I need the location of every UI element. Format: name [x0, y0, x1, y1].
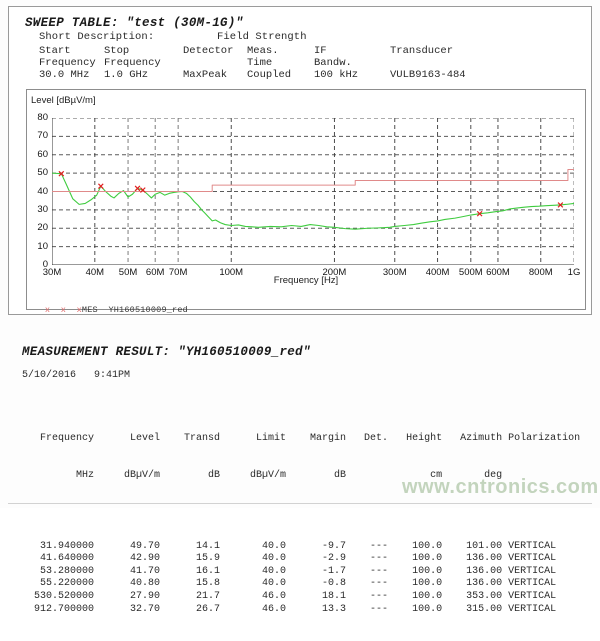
table-body: 31.940000 49.70 14.1 40.0 -9.7 --- 100.0…: [22, 541, 580, 617]
y-tick-label: 20: [30, 222, 48, 233]
legend-trace-name: YH160510009_red: [108, 305, 188, 315]
measurement-datetime: 5/10/2016 9:41PM: [22, 370, 130, 381]
sweep-col-meas-time-text: Meas. Time Coupled: [247, 45, 291, 81]
sweep-col-start-text: Start Frequency 30.0 MHz: [39, 45, 96, 81]
table-header: Frequency Level Transd Limit Margin Det.…: [22, 408, 580, 507]
y-tick-label: 40: [30, 186, 48, 197]
table-row: 41.640000 42.90 15.9 40.0 -2.9 --- 100.0…: [22, 553, 580, 566]
table-row: 55.220000 40.80 15.8 40.0 -0.8 --- 100.0…: [22, 578, 580, 591]
page-bottom-divider: [8, 503, 592, 504]
sweep-col-stop-text: Stop Frequency 1.0 GHz: [104, 45, 161, 81]
sweep-col-start: Start Frequency 30.0 MHz: [39, 45, 96, 82]
table-row: 912.700000 32.70 26.7 46.0 13.3 --- 100.…: [22, 604, 580, 617]
y-tick-label: 30: [30, 204, 48, 215]
short-description-value: Field Strength: [217, 31, 307, 43]
sweep-col-stop: Stop Frequency 1.0 GHz: [104, 45, 161, 82]
sweep-col-detector: Detector MaxPeak: [183, 45, 233, 82]
legend-marker-symbols: x x x: [45, 305, 82, 315]
chart-y-axis-ticks: 01020304050607080: [27, 118, 48, 265]
y-tick-label: 70: [30, 130, 48, 141]
report-page: SWEEP TABLE: "test (30M-1G)" Short Descr…: [0, 0, 600, 508]
sweep-table-panel: SWEEP TABLE: "test (30M-1G)" Short Descr…: [8, 6, 592, 315]
sweep-table-title: SWEEP TABLE: "test (30M-1G)": [25, 16, 243, 30]
measurement-result-title: MEASUREMENT RESULT: "YH160510009_red": [22, 345, 311, 359]
table-row: 31.940000 49.70 14.1 40.0 -9.7 --- 100.0…: [22, 541, 580, 554]
measurement-result-table: Frequency Level Transd Limit Margin Det.…: [22, 383, 580, 641]
y-tick-label: 10: [30, 241, 48, 252]
sweep-col-transducer: Transducer VULB9163-484: [390, 45, 466, 82]
chart-legend: x x xMES YH160510009_red: [13, 295, 188, 325]
chart-svg: [52, 118, 574, 265]
sweep-col-detector-text: Detector MaxPeak: [183, 45, 233, 81]
sweep-col-transducer-text: Transducer VULB9163-484: [390, 45, 466, 81]
y-tick-label: 50: [30, 167, 48, 178]
chart-plot-area: [52, 118, 574, 265]
table-header-row-2: MHz dBµV/m dB dBµV/m dB cm deg: [22, 470, 580, 482]
y-tick-label: 80: [30, 112, 48, 123]
sweep-col-if-bandw: IF Bandw. 100 kHz: [314, 45, 358, 82]
y-tick-label: 60: [30, 149, 48, 160]
chart-x-axis-label: Frequency [Hz]: [9, 275, 600, 286]
table-header-row-1: Frequency Level Transd Limit Margin Det.…: [22, 433, 580, 445]
table-row: 53.280000 41.70 16.1 40.0 -1.7 --- 100.0…: [22, 566, 580, 579]
table-row: 530.520000 27.90 21.7 46.0 18.1 --- 100.…: [22, 591, 580, 604]
chart-y-axis-label: Level [dBµV/m]: [31, 95, 96, 106]
legend-type: MES: [82, 305, 98, 315]
sweep-col-meas-time: Meas. Time Coupled: [247, 45, 291, 82]
sweep-col-if-bandw-text: IF Bandw. 100 kHz: [314, 45, 358, 81]
short-description-label: Short Description:: [39, 31, 154, 43]
